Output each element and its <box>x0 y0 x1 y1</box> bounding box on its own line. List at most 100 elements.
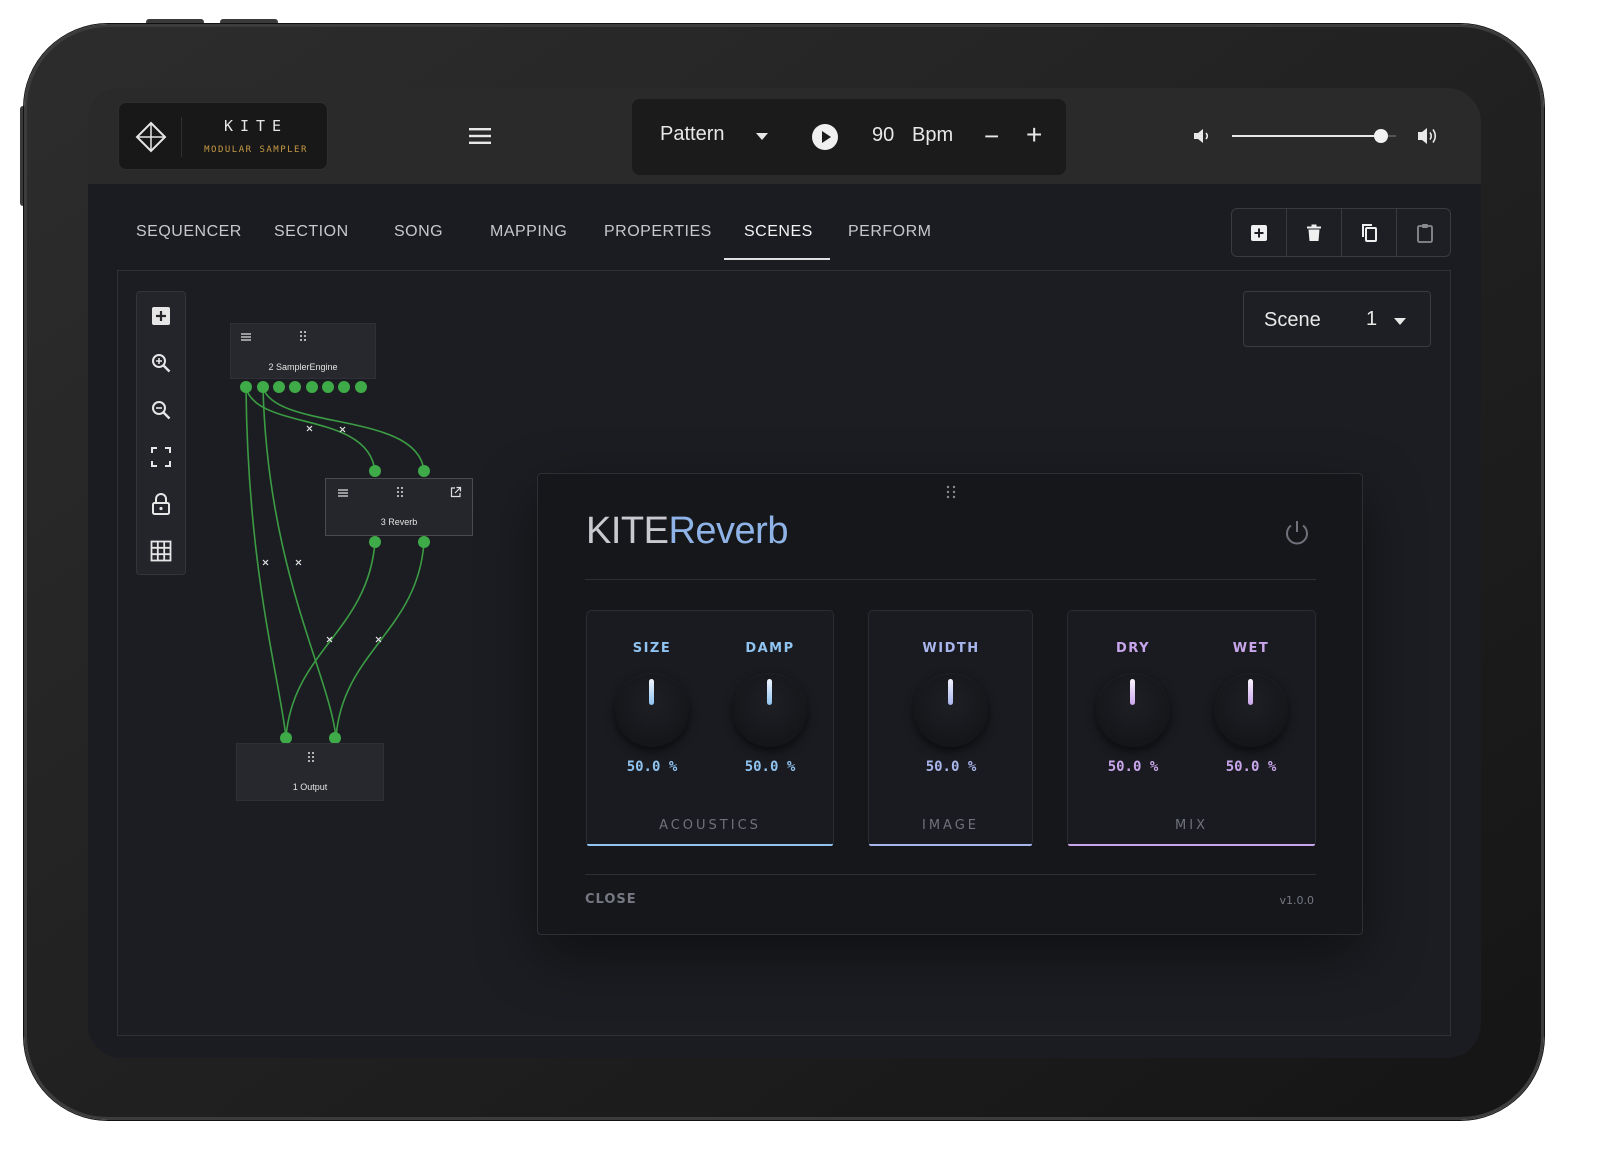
knob-dial[interactable] <box>1214 673 1288 747</box>
tab-sequencer[interactable]: SEQUENCER <box>136 213 242 261</box>
copy-icon <box>1362 224 1377 242</box>
knob-wet[interactable]: WET 50.0 % <box>1196 611 1306 781</box>
volume-slider-fill <box>1232 135 1382 137</box>
diamond-logo-icon <box>135 121 167 153</box>
knob-value: 50.0 % <box>744 759 796 775</box>
node-output-ports[interactable] <box>236 379 372 395</box>
knob-value: 50.0 % <box>925 759 977 775</box>
knob-damp[interactable]: DAMP 50.0 % <box>715 611 825 781</box>
delete-scene-button[interactable] <box>1287 209 1342 257</box>
copy-scene-button[interactable] <box>1342 209 1397 257</box>
power-icon[interactable] <box>1282 518 1312 548</box>
group-accent-line <box>1068 844 1315 846</box>
plugin-title-suffix: Reverb <box>668 510 788 552</box>
node-output[interactable]: 1 Output <box>236 743 384 801</box>
knob-indicator <box>1130 679 1135 705</box>
mode-select-label[interactable]: Pattern <box>660 123 724 146</box>
knob-value: 50.0 % <box>1225 759 1277 775</box>
plugin-header-divider <box>585 579 1316 580</box>
knob-label: DAMP <box>745 641 795 656</box>
group-acoustics: SIZE 50.0 % DAMP 50.0 % ACOUSTICS <box>586 610 834 846</box>
volume-slider-thumb[interactable] <box>1374 129 1389 143</box>
knob-indicator <box>767 679 772 705</box>
plugin-version: v1.0.0 <box>1279 894 1315 907</box>
volume-high-icon[interactable] <box>1416 125 1440 147</box>
knob-dry[interactable]: DRY 50.0 % <box>1078 611 1188 781</box>
plugin-footer-divider <box>585 874 1316 875</box>
knob-dial[interactable] <box>615 673 689 747</box>
node-sampler-engine[interactable]: 2 SamplerEngine <box>230 323 376 379</box>
volume-slider[interactable] <box>1232 129 1396 143</box>
knob-value: 50.0 % <box>1107 759 1159 775</box>
tab-song[interactable]: SONG <box>394 213 443 261</box>
app-screen: KITE MODULAR SAMPLER Pattern 90 Bpm − + <box>88 88 1481 1058</box>
node-reverb[interactable]: 3 Reverb <box>325 478 473 536</box>
group-label: MIX <box>1175 818 1208 833</box>
knob-dial[interactable] <box>1096 673 1170 747</box>
tempo-value: 90 <box>872 124 895 146</box>
logo-separator <box>181 117 182 157</box>
hamburger-menu-icon[interactable] <box>468 126 492 146</box>
drag-handle-icon[interactable] <box>307 751 315 763</box>
scene-graph-canvas[interactable]: 2 SamplerEngine 3 Reverb 1 Output Scene … <box>117 270 1451 1036</box>
knob-value: 50.0 % <box>626 759 678 775</box>
tab-mapping[interactable]: MAPPING <box>490 213 567 261</box>
knob-label: SIZE <box>632 641 672 656</box>
chevron-down-icon <box>1394 318 1406 325</box>
drag-handle-icon[interactable] <box>945 484 957 500</box>
knob-dial[interactable] <box>914 673 988 747</box>
play-icon[interactable] <box>812 124 838 150</box>
tempo-unit: Bpm <box>912 124 954 146</box>
node-title: 2 SamplerEngine <box>268 362 338 372</box>
group-accent-line <box>869 844 1032 846</box>
knob-width[interactable]: WIDTH 50.0 % <box>896 611 1006 781</box>
open-editor-icon[interactable] <box>450 486 462 498</box>
knob-indicator <box>948 679 953 705</box>
tab-section[interactable]: SECTION <box>274 213 349 261</box>
knob-indicator <box>649 679 654 705</box>
group-label: IMAGE <box>921 818 979 833</box>
group-accent-line <box>587 844 833 846</box>
tab-properties[interactable]: PROPERTIES <box>604 213 712 261</box>
chevron-down-icon[interactable] <box>756 133 768 140</box>
top-bar: KITE MODULAR SAMPLER Pattern 90 Bpm − + <box>88 88 1481 184</box>
node-title: 1 Output <box>292 782 328 792</box>
knob-label: WIDTH <box>922 641 980 656</box>
node-title: 3 Reverb <box>380 517 418 527</box>
knob-indicator <box>1248 679 1253 705</box>
drag-handle-icon[interactable] <box>396 486 404 498</box>
paste-icon <box>1416 224 1433 243</box>
knob-dial[interactable] <box>733 673 807 747</box>
app-logo: KITE MODULAR SAMPLER <box>118 102 328 170</box>
scene-select[interactable]: Scene 1 <box>1243 291 1431 347</box>
logo-subtitle: MODULAR SAMPLER <box>204 145 308 155</box>
group-label: ACOUSTICS <box>659 818 761 833</box>
close-plugin-button[interactable]: CLOSE <box>585 892 637 907</box>
plugin-title: KITEReverb <box>586 510 788 553</box>
plugin-title-prefix: KITE <box>586 510 669 552</box>
node-input-ports[interactable] <box>366 463 436 479</box>
tempo-increment-button[interactable]: + <box>1026 119 1042 151</box>
knob-label: WET <box>1232 641 1270 656</box>
tab-scenes[interactable]: SCENES <box>744 213 813 261</box>
transport-panel: Pattern 90 Bpm − + <box>632 99 1066 175</box>
volume-low-icon[interactable] <box>1192 127 1212 145</box>
node-menu-icon[interactable] <box>240 332 252 342</box>
scene-select-label: Scene <box>1264 309 1321 331</box>
add-icon <box>1251 225 1267 241</box>
tempo-decrement-button[interactable]: − <box>984 121 999 152</box>
add-scene-button[interactable] <box>1232 209 1287 257</box>
active-tab-indicator <box>724 258 830 260</box>
paste-scene-button[interactable] <box>1397 209 1452 257</box>
scene-select-value: 1 <box>1366 308 1378 330</box>
group-mix: DRY 50.0 % WET 50.0 % MIX <box>1067 610 1316 846</box>
scene-actions-toolbar <box>1231 208 1451 257</box>
node-menu-icon[interactable] <box>337 488 349 498</box>
reverb-plugin-window: KITEReverb SIZE 50.0 % DAMP 50.0 % ACOUS… <box>537 473 1363 935</box>
knob-size[interactable]: SIZE 50.0 % <box>597 611 707 781</box>
knob-label: DRY <box>1115 641 1150 656</box>
node-output-ports[interactable] <box>366 534 436 550</box>
tab-perform[interactable]: PERFORM <box>848 213 932 261</box>
trash-icon <box>1307 224 1321 241</box>
drag-handle-icon[interactable] <box>299 330 307 342</box>
